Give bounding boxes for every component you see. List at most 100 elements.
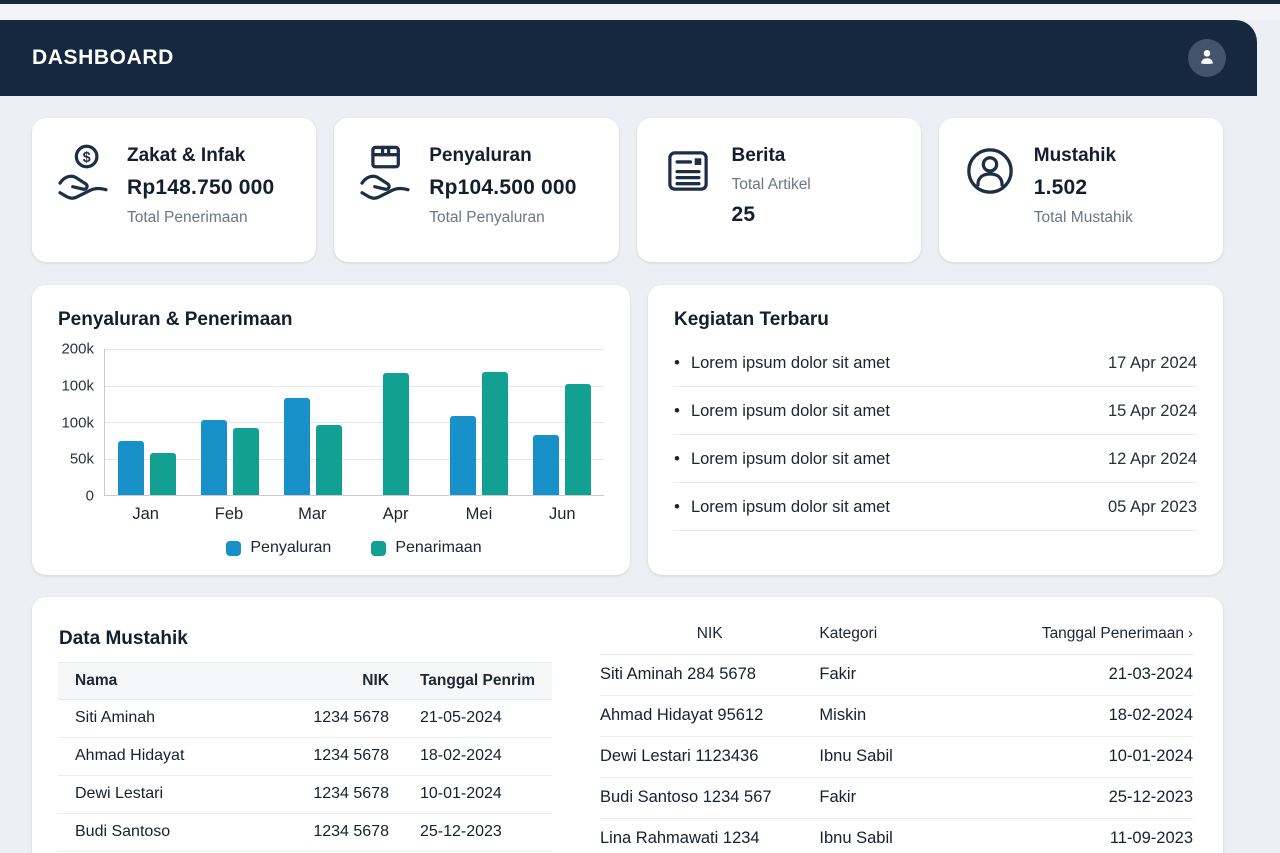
stat-card-penyaluran[interactable]: PenyaluranRp104.500 000Total Penyaluran (334, 118, 618, 262)
bar-group-jan (105, 349, 188, 495)
activity-item[interactable]: • Lorem ipsum dolor sit amet 05 Apr 2023 (674, 483, 1197, 531)
activity-date: 05 Apr 2023 (1108, 498, 1197, 517)
table-cell: Fakir (819, 778, 985, 819)
table-cell: 11-09-2023 (985, 819, 1193, 853)
table-row[interactable]: Budi Santoso 1234 567Fakir25-12-2023 (600, 778, 1193, 819)
stat-card-muted: Total Artikel (732, 176, 811, 194)
stat-card-title: Zakat & Infak (127, 145, 274, 167)
table-cell: 1234 5678 (261, 700, 389, 738)
stat-card-title: Penyaluran (429, 145, 576, 167)
stat-card-title: Berita (732, 145, 811, 167)
table-cell: 10-01-2024 (389, 776, 552, 814)
tables-panel: Data Mustahik NamaNIKTanggal Penrim Siti… (32, 597, 1223, 853)
bar-penyaluran-mar (284, 398, 310, 495)
hand-coin-icon: $ (54, 138, 112, 262)
mustahik-table-header: NamaNIKTanggal Penrim (58, 663, 552, 700)
table-cell: Budi Santoso 1234 567 (600, 778, 819, 819)
table-cell: 1234 5678 (261, 738, 389, 776)
table-cell: Lina Rahmawati 1234 (600, 819, 819, 853)
chart-legend: Penyaluran Penarimaan (104, 539, 604, 557)
y-tick-label: 100k (61, 414, 94, 431)
stat-card-title: Mustahik (1034, 145, 1133, 167)
bar-penyaluran-mei (450, 416, 476, 495)
legend-swatch (371, 541, 386, 556)
column-header-nama: Nama (58, 663, 261, 700)
chart-panel: Penyaluran & Penerimaan 200k100k100k50k0… (32, 285, 630, 575)
table-cell: 18-02-2024 (985, 696, 1193, 737)
column-header-tanggal-penerimaan[interactable]: Tanggal Penerimaan› (985, 617, 1193, 655)
column-header-nik: NIK (600, 617, 819, 655)
legend-item-penyaluran: Penyaluran (226, 539, 331, 557)
stat-card-mustahik[interactable]: Mustahik1.502Total Mustahik (939, 118, 1223, 262)
stat-card-value: Rp148.750 000 (127, 176, 274, 200)
activities-panel: Kegiatan Terbaru • Lorem ipsum dolor sit… (648, 285, 1223, 575)
table-cell: 1234 5678 (261, 814, 389, 852)
bar-chart: 200k100k100k50k0 (58, 349, 604, 496)
table-row[interactable]: Dewi Lestari 1123436Ibnu Sabil10-01-2024 (600, 737, 1193, 778)
recipient-table-zone: NIKKategoriTanggal Penerimaan› Siti Amin… (600, 615, 1193, 853)
bullet-icon: • (674, 449, 680, 469)
table-row[interactable]: Lina Rahmawati 1234Ibnu Sabil11-09-2023 (600, 819, 1193, 853)
bar-penyaluran-jan (118, 441, 144, 495)
stat-card-berita[interactable]: BeritaTotal Artikel25 (637, 118, 921, 262)
column-header-nik: NIK (261, 663, 389, 700)
mustahik-table: NamaNIKTanggal Penrim Siti Aminah1234 56… (58, 662, 552, 853)
table-row[interactable]: Ahmad Hidayat1234 567818-02-2024 (58, 738, 552, 776)
activity-date: 15 Apr 2024 (1108, 402, 1197, 421)
table-row[interactable]: Siti Aminah 284 5678Fakir21-03-2024 (600, 655, 1193, 696)
table-cell: Dewi Lestari (58, 776, 261, 814)
y-tick-label: 200k (61, 341, 94, 358)
stat-card-row: $ Zakat & Infak Rp148.750 000 Total Peneri… (32, 118, 1223, 262)
table-cell: 1234 5678 (261, 776, 389, 814)
bar-penyaluran-feb (201, 420, 227, 495)
bar-groups (105, 349, 604, 495)
chevron-right-icon: › (1188, 625, 1193, 642)
x-tick-label: Jan (104, 505, 187, 524)
bar-group-apr (355, 349, 438, 495)
table-cell: 10-01-2024 (985, 737, 1193, 778)
table-row[interactable]: Siti Aminah1234 567821-05-2024 (58, 700, 552, 738)
stat-card-value: 1.502 (1034, 176, 1133, 200)
legend-label: Penarimaan (395, 539, 481, 557)
column-header-label: Tanggal Penerimaan (1042, 625, 1184, 642)
activity-date: 17 Apr 2024 (1108, 354, 1197, 373)
x-tick-label: Apr (354, 505, 437, 524)
x-tick-label: Jun (521, 505, 604, 524)
svg-text:$: $ (83, 150, 91, 166)
activity-item[interactable]: • Lorem ipsum dolor sit amet 15 Apr 2024 (674, 387, 1197, 435)
avatar-button[interactable] (1188, 39, 1226, 77)
x-tick-label: Feb (187, 505, 270, 524)
bar-penarimaan-mei (482, 372, 508, 495)
stat-card-value: Rp104.500 000 (429, 176, 576, 200)
table-cell: 18-02-2024 (389, 738, 552, 776)
chart-plot-area (104, 349, 604, 496)
x-tick-label: Mar (271, 505, 354, 524)
table-cell: 25-12-2023 (389, 814, 552, 852)
stat-card-zakat-infak[interactable]: $ Zakat & Infak Rp148.750 000 Total Peneri… (32, 118, 316, 262)
activity-text: Lorem ipsum dolor sit amet (691, 498, 1108, 517)
stat-card-muted: Total Penerimaan (127, 209, 274, 227)
top-gap (0, 4, 1280, 20)
table-cell: Ahmad Hidayat 95612 (600, 696, 819, 737)
activity-item[interactable]: • Lorem ipsum dolor sit amet 12 Apr 2024 (674, 435, 1197, 483)
bar-penarimaan-apr (383, 373, 409, 495)
user-icon (1196, 46, 1218, 71)
table-row[interactable]: Budi Santoso1234 567825-12-2023 (58, 814, 552, 852)
recipient-table: NIKKategoriTanggal Penerimaan› Siti Amin… (600, 617, 1193, 853)
mustahik-table-zone: Data Mustahik NamaNIKTanggal Penrim Siti… (58, 615, 552, 853)
table-cell: Siti Aminah (58, 700, 261, 738)
bar-penyaluran-jun (533, 435, 559, 495)
hand-box-icon (356, 138, 414, 262)
table-row[interactable]: Dewi Lestari1234 567810-01-2024 (58, 776, 552, 814)
bar-group-jun (521, 349, 604, 495)
bar-group-feb (188, 349, 271, 495)
activity-text: Lorem ipsum dolor sit amet (691, 354, 1108, 373)
activity-item[interactable]: • Lorem ipsum dolor sit amet 17 Apr 2024 (674, 339, 1197, 387)
column-header-kategori: Kategori (819, 617, 985, 655)
table-row[interactable]: Ahmad Hidayat 95612Miskin18-02-2024 (600, 696, 1193, 737)
recipient-table-header: NIKKategoriTanggal Penerimaan› (600, 617, 1193, 655)
x-tick-label: Mei (437, 505, 520, 524)
y-tick-label: 50k (70, 451, 94, 468)
person-circle-icon (961, 138, 1019, 262)
table-cell: Ibnu Sabil (819, 819, 985, 853)
